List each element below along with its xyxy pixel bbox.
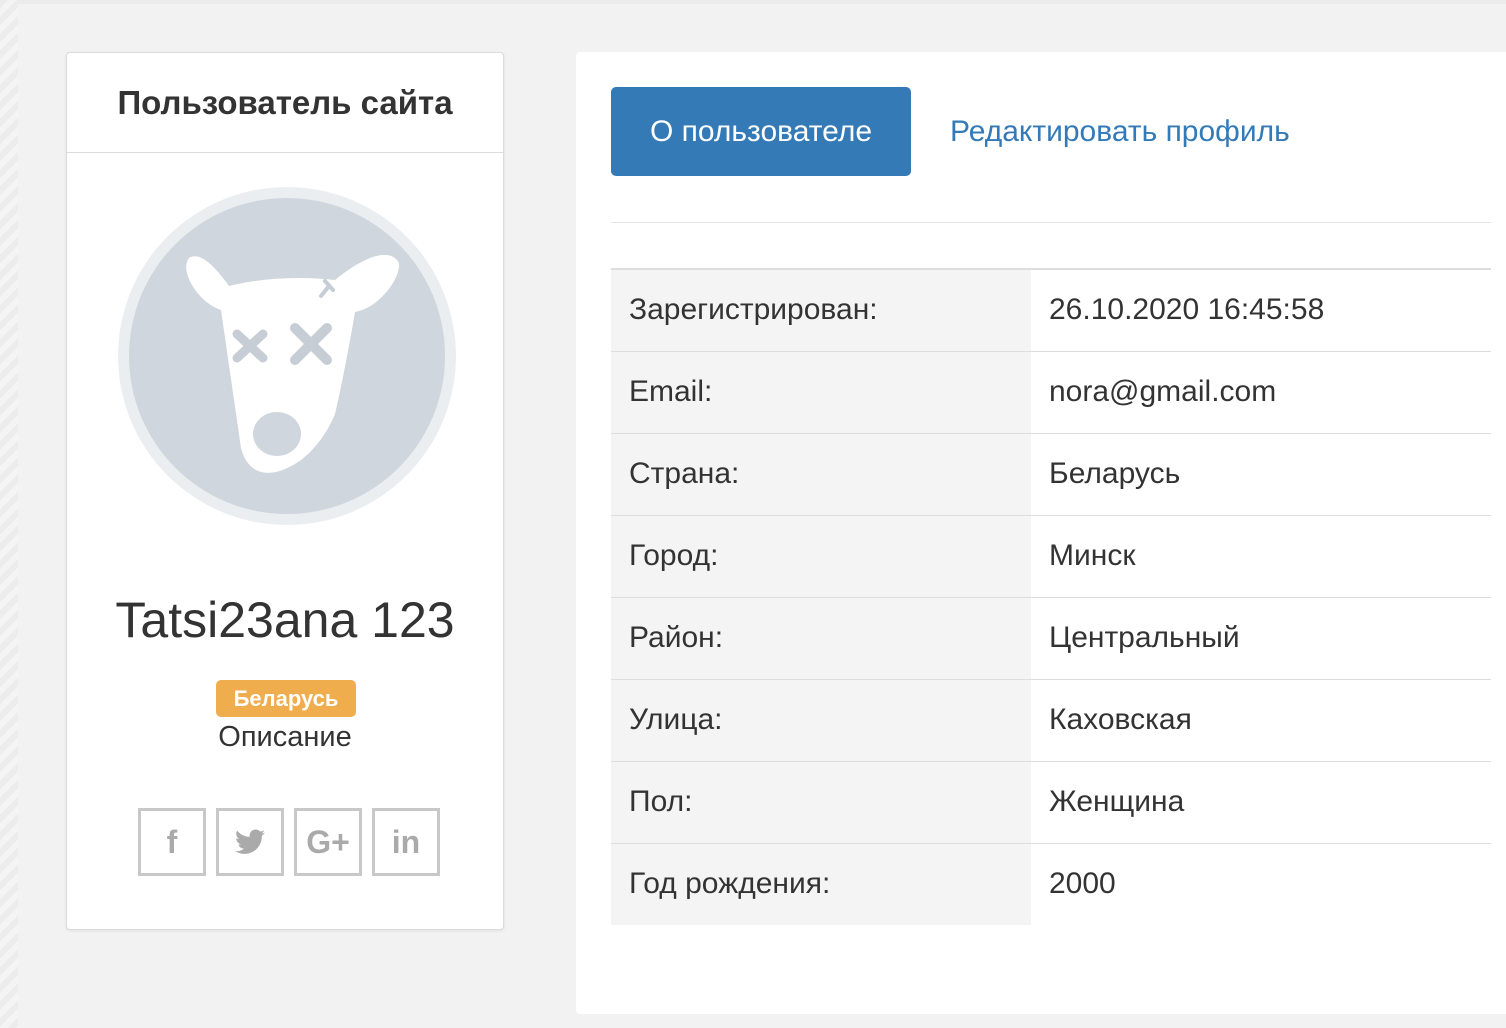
info-label: Пол: bbox=[611, 761, 1031, 844]
table-row: Email: nora@gmail.com bbox=[611, 351, 1491, 434]
avatar bbox=[118, 187, 456, 525]
info-value: 2000 bbox=[1031, 843, 1491, 925]
social-links: f G+ in bbox=[138, 808, 440, 876]
info-label: Город: bbox=[611, 515, 1031, 598]
card-header: Пользователь сайта bbox=[67, 53, 503, 153]
google-plus-button[interactable]: G+ bbox=[294, 808, 362, 876]
facebook-button[interactable]: f bbox=[138, 808, 206, 876]
info-value: Каховская bbox=[1031, 679, 1491, 762]
linkedin-button[interactable]: in bbox=[372, 808, 440, 876]
left-edge-stripe bbox=[0, 0, 18, 1028]
tab-about-user[interactable]: О пользователе bbox=[611, 87, 911, 176]
info-value: Минск bbox=[1031, 515, 1491, 598]
table-row: Пол: Женщина bbox=[611, 761, 1491, 844]
country-badge: Беларусь bbox=[216, 680, 356, 717]
info-label: Год рождения: bbox=[611, 843, 1031, 925]
linkedin-icon: in bbox=[391, 823, 421, 860]
card-title: Пользователь сайта bbox=[117, 83, 453, 121]
tab-edit-profile[interactable]: Редактировать профиль bbox=[950, 87, 1290, 176]
user-name: Tatsi23ana 123 bbox=[115, 592, 455, 648]
facebook-icon: f bbox=[166, 823, 178, 860]
info-label: Email: bbox=[611, 351, 1031, 434]
avatar-placeholder-icon bbox=[129, 198, 445, 514]
twitter-icon bbox=[235, 829, 265, 854]
table-row: Год рождения: 2000 bbox=[611, 843, 1491, 925]
tab-divider bbox=[611, 222, 1491, 223]
table-row: Район: Центральный bbox=[611, 597, 1491, 680]
info-value: nora@gmail.com bbox=[1031, 351, 1491, 434]
user-description: Описание bbox=[218, 721, 352, 753]
table-row: Зарегистрирован: 26.10.2020 16:45:58 bbox=[611, 269, 1491, 352]
user-info-table: Зарегистрирован: 26.10.2020 16:45:58 Email… bbox=[611, 268, 1491, 925]
info-value: Женщина bbox=[1031, 761, 1491, 844]
info-label: Улица: bbox=[611, 679, 1031, 762]
info-value: 26.10.2020 16:45:58 bbox=[1031, 269, 1491, 352]
table-row: Улица: Каховская bbox=[611, 679, 1491, 762]
info-label: Район: bbox=[611, 597, 1031, 680]
profile-card: Пользователь сайта Tatsi23ana 123 Белару… bbox=[66, 52, 504, 930]
top-border bbox=[0, 0, 1506, 4]
info-value: Центральный bbox=[1031, 597, 1491, 680]
google-plus-icon: G+ bbox=[306, 823, 350, 860]
user-info-panel: О пользователе Редактировать профиль Зар… bbox=[576, 52, 1506, 1014]
info-label: Страна: bbox=[611, 433, 1031, 516]
table-row: Страна: Беларусь bbox=[611, 433, 1491, 516]
twitter-button[interactable] bbox=[216, 808, 284, 876]
info-label: Зарегистрирован: bbox=[611, 269, 1031, 352]
table-row: Город: Минск bbox=[611, 515, 1491, 598]
info-value: Беларусь bbox=[1031, 433, 1491, 516]
